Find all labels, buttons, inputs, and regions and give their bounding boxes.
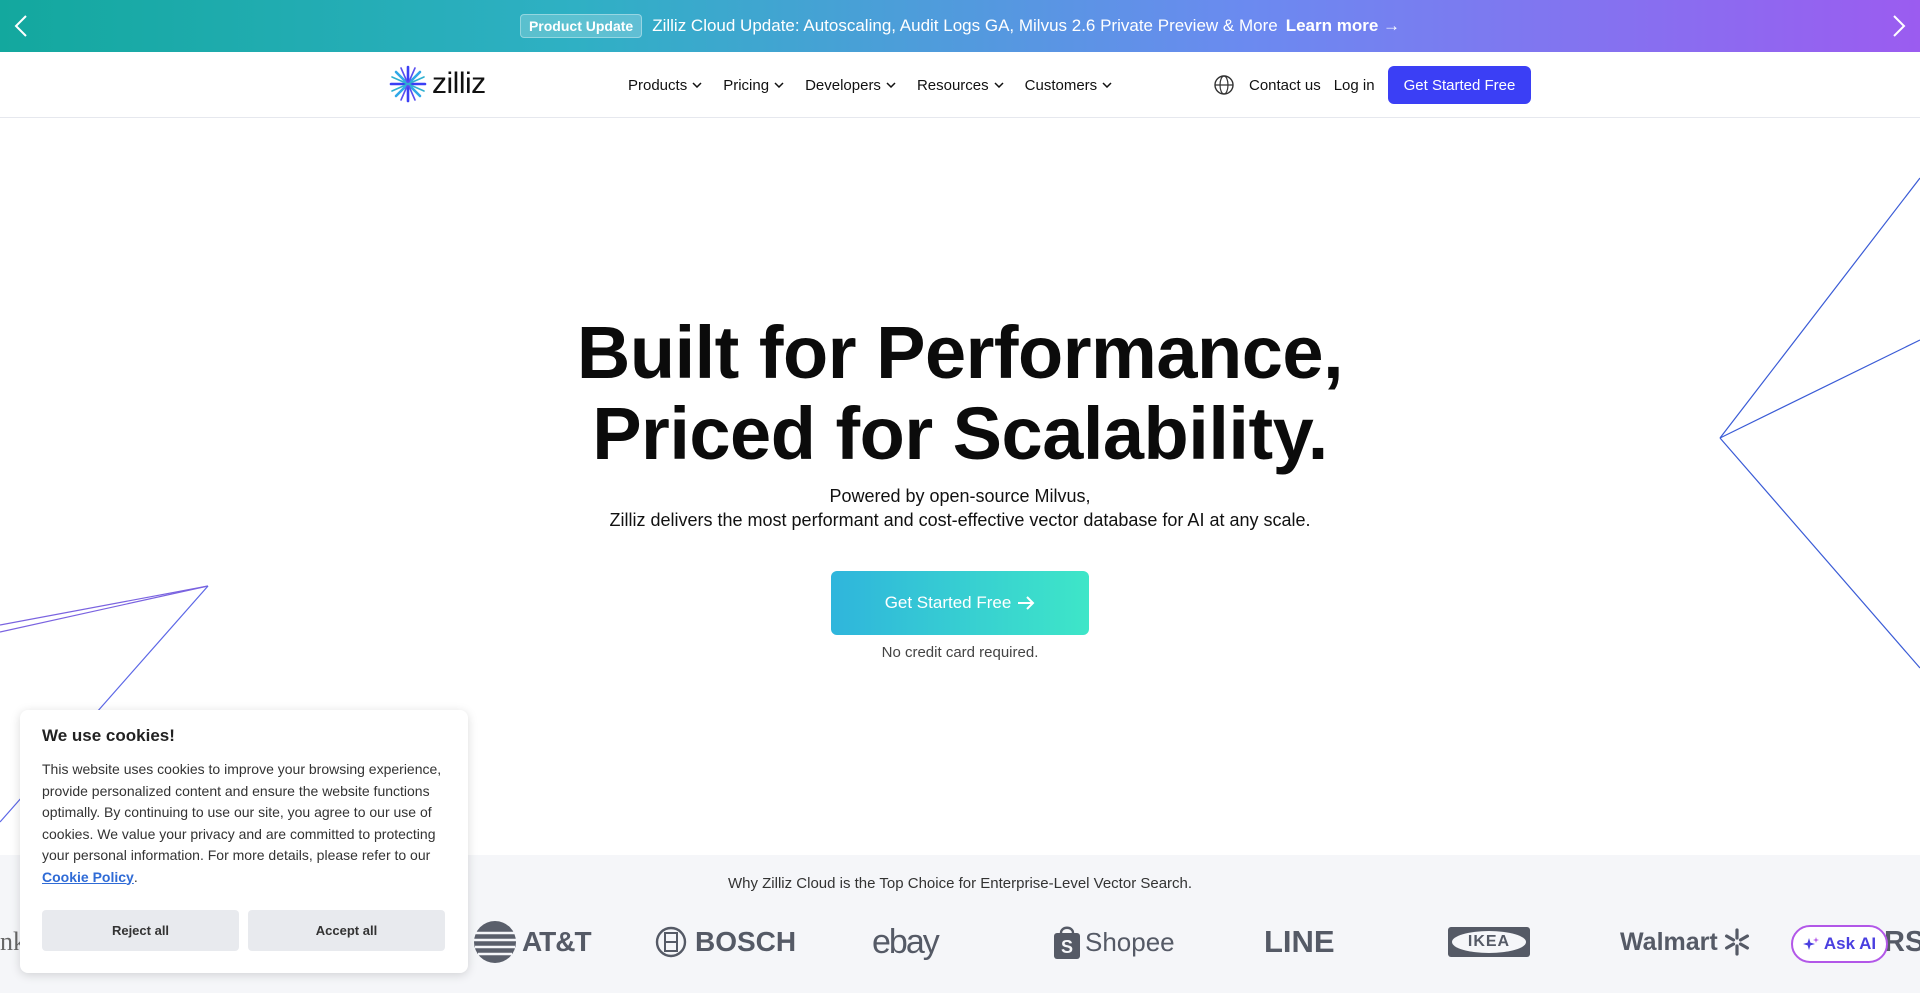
walmart-spark-icon [1724, 928, 1749, 956]
hero-subtitle-line2: Zilliz delivers the most performant and … [609, 510, 1311, 530]
shopee-bag-icon: S [1054, 926, 1080, 959]
main-nav: zilliz Products Pricing Developers Resou… [0, 52, 1920, 118]
chevron-down-icon [692, 82, 702, 88]
logo-text: Walmart [1620, 927, 1718, 956]
product-update-badge: Product Update [519, 14, 643, 38]
nav-item-resources[interactable]: Resources [917, 77, 1004, 94]
chevron-left-icon[interactable] [8, 12, 36, 40]
globe-icon[interactable] [1213, 74, 1235, 96]
hero-subtitle: Powered by open-source Milvus, Zilliz de… [0, 484, 1920, 532]
contact-us-link[interactable]: Contact us [1249, 77, 1321, 94]
logo-text: zilliz [432, 67, 486, 100]
customer-logo-partial-right: RS [1884, 918, 1920, 966]
hero-title: Built for Performance, Priced for Scalab… [0, 312, 1920, 474]
accept-all-button[interactable]: Accept all [248, 910, 445, 951]
hero-subtitle-line1: Powered by open-source Milvus, [829, 486, 1091, 506]
logo-text: LINE [1264, 924, 1335, 959]
customer-logo-ikea: IKEA [1448, 918, 1530, 966]
arrow-right-icon [1018, 596, 1035, 610]
hero-title-line1: Built for Performance, [576, 311, 1344, 394]
logo-text: AT&T [522, 926, 592, 957]
nav-item-customers[interactable]: Customers [1025, 77, 1113, 94]
announcement-text: Zilliz Cloud Update: Autoscaling, Audit … [652, 16, 1278, 35]
nav-item-developers[interactable]: Developers [805, 77, 896, 94]
ask-ai-label: Ask AI [1823, 934, 1877, 953]
cookie-body-text: This website uses cookies to improve you… [42, 761, 442, 863]
get-started-hero-button[interactable]: Get Started Free [831, 571, 1089, 635]
nav-item-pricing[interactable]: Pricing [723, 77, 784, 94]
customer-logo-line: LINE [1264, 918, 1335, 966]
nav-item-label: Resources [916, 76, 989, 94]
cookie-title: We use cookies! [42, 726, 175, 745]
logo-text: IKEA [1452, 931, 1526, 953]
get-started-nav-button[interactable]: Get Started Free [1387, 66, 1532, 104]
logo-text: BOSCH [695, 926, 797, 957]
logo-text: Shopee [1085, 926, 1175, 957]
cookie-body: This website uses cookies to improve you… [42, 759, 452, 888]
nav-menu: Products Pricing Developers Resources Cu… [628, 52, 1133, 118]
chevron-down-icon [774, 82, 784, 88]
chevron-right-icon[interactable] [1884, 12, 1912, 40]
customer-logo-walmart: Walmart [1620, 918, 1752, 966]
nav-item-label: Pricing [723, 76, 770, 94]
nav-item-label: Products [628, 76, 688, 94]
customer-logo-shopee: S Shopee [1052, 918, 1175, 966]
ask-ai-button[interactable]: Ask AI [1791, 925, 1888, 963]
chevron-down-icon [886, 82, 896, 88]
bosch-armature-icon [655, 926, 687, 958]
customer-logo-att: AT&T [472, 918, 592, 966]
cookie-body-period: . [133, 868, 138, 885]
login-link[interactable]: Log in [1334, 77, 1375, 94]
logo-text: RS [1884, 925, 1920, 958]
nav-right: Contact us Log in Get Started Free [1213, 52, 1532, 118]
nav-item-products[interactable]: Products [628, 77, 702, 94]
learn-more-link[interactable]: Learn more → [1286, 16, 1400, 36]
customer-logo-ebay: ebay [872, 918, 940, 966]
nav-item-label: Customers [1024, 76, 1098, 94]
zilliz-star-icon [389, 65, 427, 103]
sparkle-icon [1802, 937, 1819, 950]
ikea-badge: IKEA [1448, 927, 1530, 957]
cookie-banner: We use cookies! This website uses cookie… [20, 710, 468, 973]
nav-item-label: Developers [805, 76, 881, 94]
zilliz-logo[interactable]: zilliz [388, 62, 486, 106]
chevron-down-icon [994, 82, 1004, 88]
no-credit-card-note: No credit card required. [881, 644, 1039, 661]
customer-logo-bosch: BOSCH [655, 918, 796, 966]
cookie-policy-link[interactable]: Cookie Policy [42, 869, 134, 885]
svg-text:S: S [1061, 937, 1073, 957]
chevron-down-icon [1102, 82, 1112, 88]
hero-cta-label: Get Started Free [884, 593, 1012, 612]
logo-text: ebay [872, 922, 940, 961]
hero-title-line2: Priced for Scalability. [592, 392, 1328, 475]
reject-all-button[interactable]: Reject all [42, 910, 239, 951]
att-globe-icon [474, 921, 516, 963]
announcement-bar: Product Update Zilliz Cloud Update: Auto… [0, 0, 1920, 52]
